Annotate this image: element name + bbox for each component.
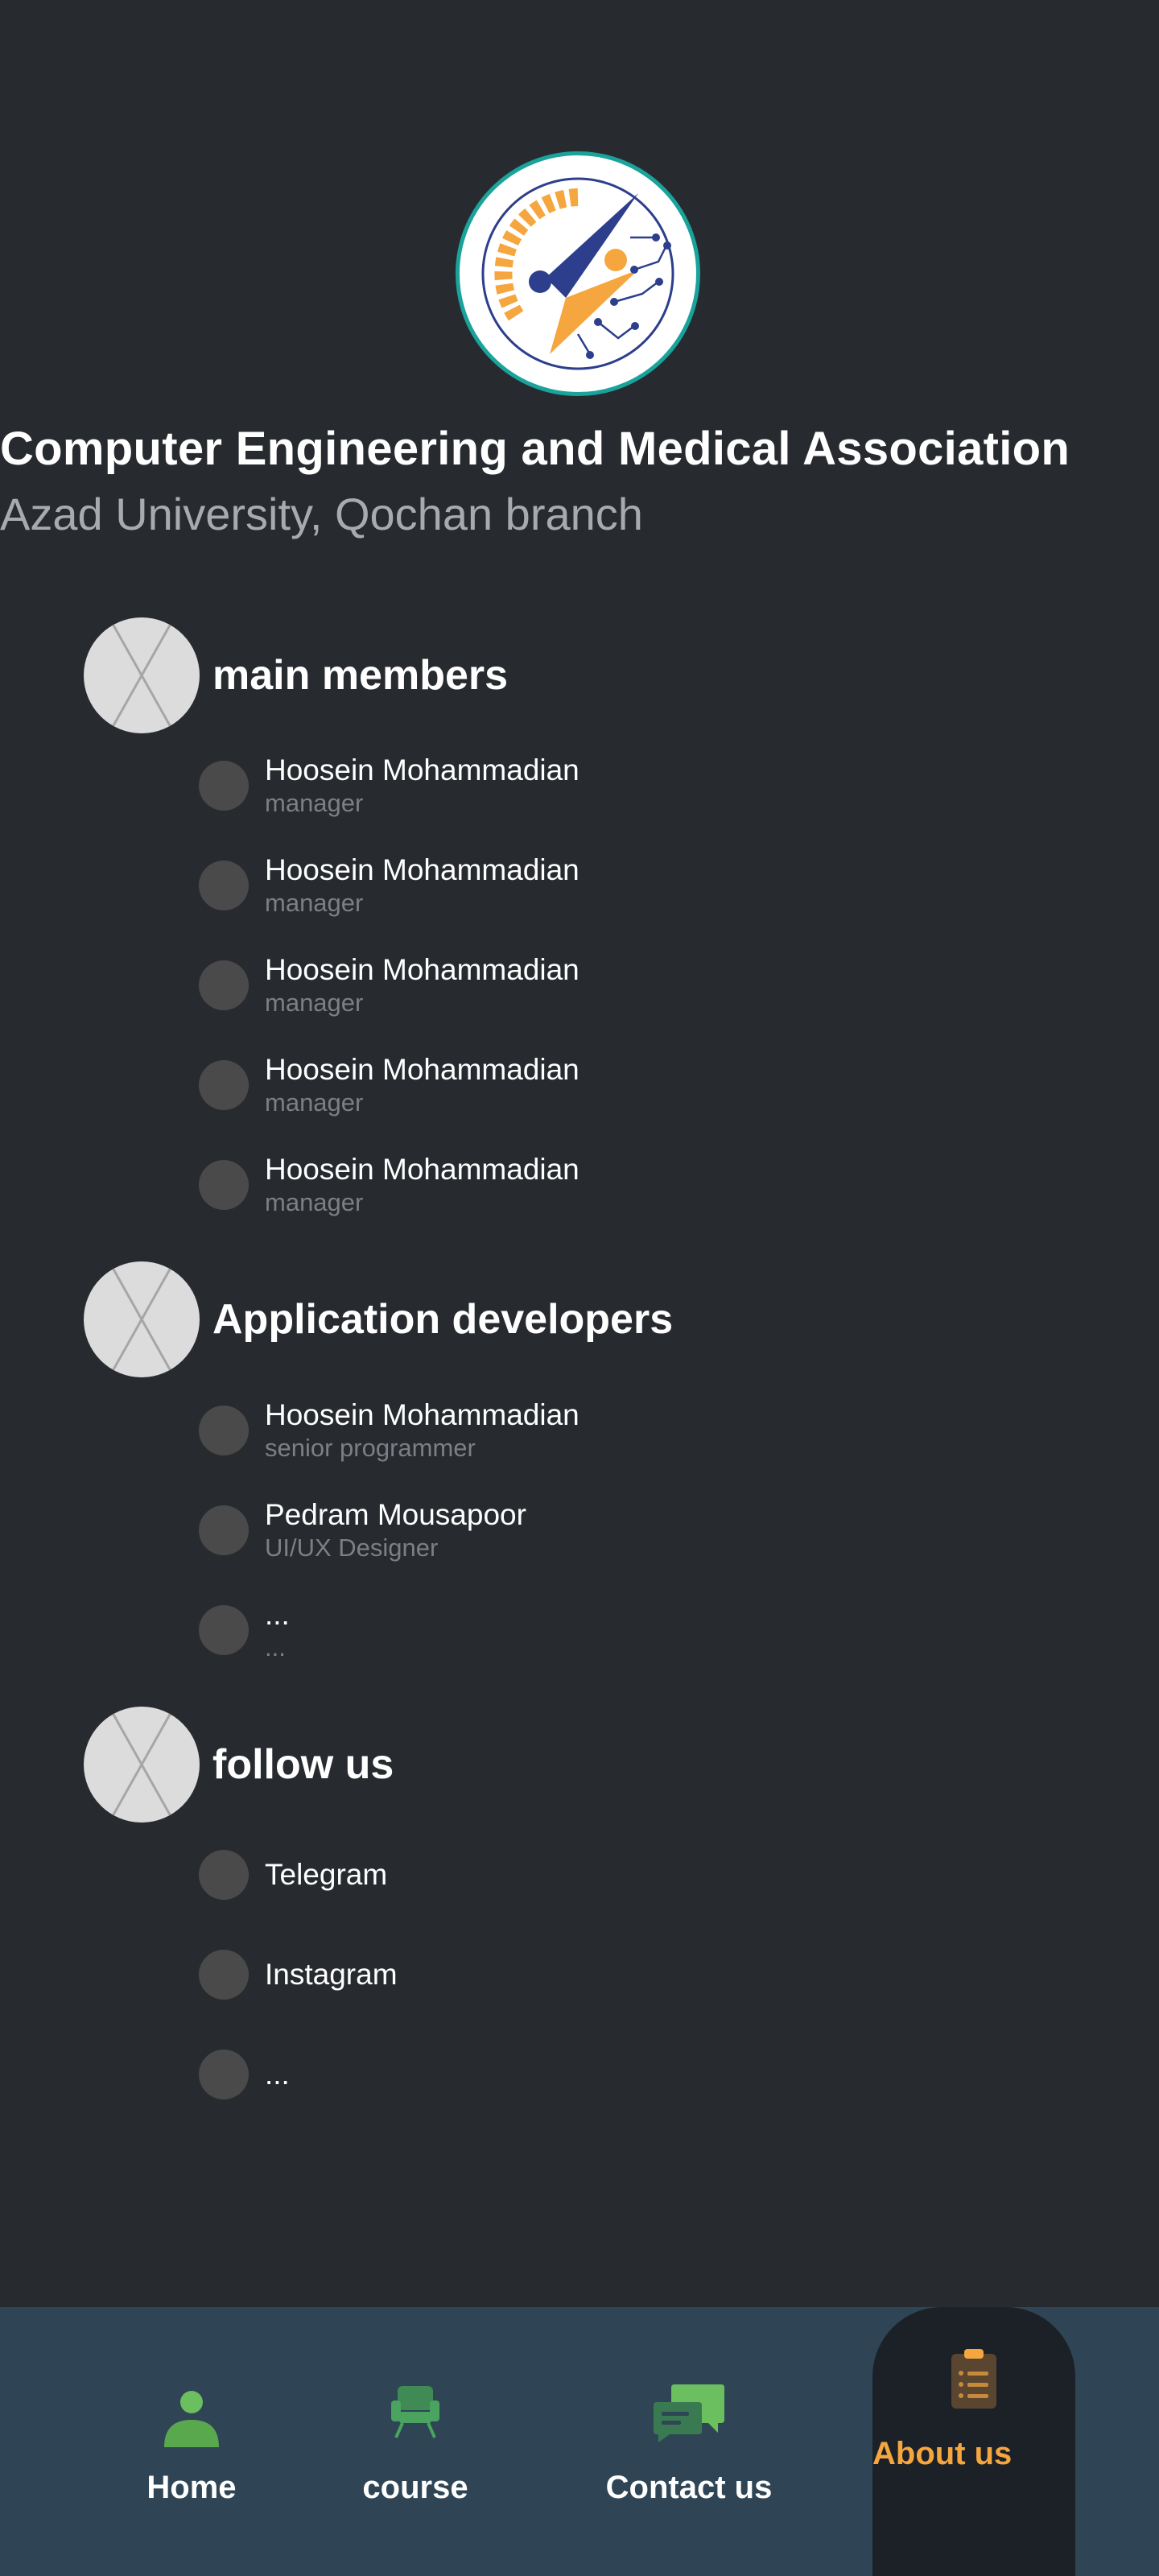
member-role: manager	[265, 789, 364, 817]
member-name: ...	[265, 1598, 290, 1631]
link-label: ...	[265, 2058, 290, 2091]
telegram-icon	[199, 1850, 249, 1900]
social-link-more[interactable]: ...	[199, 2034, 290, 2115]
member-name: Pedram Mousapoor	[265, 1498, 526, 1531]
list-item[interactable]: ... ...	[199, 1590, 290, 1670]
link-label: Instagram	[265, 1958, 398, 1991]
avatar	[199, 1160, 249, 1210]
clipboard-icon	[951, 2349, 996, 2409]
tab-course[interactable]: course	[343, 2307, 488, 2576]
member-role: ...	[265, 1633, 286, 1662]
member-role: manager	[265, 1088, 364, 1117]
list-item[interactable]: Pedram Mousapoor UI/UX Designer	[199, 1490, 526, 1571]
image-placeholder-icon	[84, 1261, 200, 1377]
member-role: manager	[265, 1188, 364, 1216]
tab-label: Contact us	[605, 2470, 773, 2505]
section-title: Application developers	[212, 1296, 674, 1343]
member-name: Hoosein Mohammadian	[265, 953, 580, 986]
person-icon	[164, 2391, 219, 2447]
tab-contact-us[interactable]: Contact us	[592, 2307, 786, 2576]
association-logo	[456, 151, 700, 396]
avatar	[199, 1505, 249, 1555]
member-name: Hoosein Mohammadian	[265, 1153, 580, 1186]
member-role: manager	[265, 989, 364, 1017]
member-role: senior programmer	[265, 1434, 476, 1462]
member-name: Hoosein Mohammadian	[265, 1053, 580, 1086]
list-item[interactable]: Hoosein Mohammadian manager	[199, 1145, 580, 1225]
list-item[interactable]: Hoosein Mohammadian manager	[199, 845, 580, 926]
tab-label: course	[362, 2470, 468, 2505]
link-label: Telegram	[265, 1858, 388, 1891]
avatar	[199, 960, 249, 1010]
chat-bubbles-icon	[654, 2384, 724, 2442]
tab-about-us[interactable]: About us	[872, 2307, 1075, 2576]
page-title: Computer Engineering and Medical Associa…	[0, 423, 1070, 475]
list-item[interactable]: Hoosein Mohammadian manager	[199, 945, 580, 1026]
tab-label: Home	[146, 2470, 237, 2505]
more-icon	[199, 2050, 249, 2099]
tab-home[interactable]: Home	[121, 2307, 262, 2576]
avatar	[199, 861, 249, 910]
list-item[interactable]: Hoosein Mohammadian manager	[199, 1045, 580, 1125]
page-subtitle: Azad University, Qochan branch	[0, 489, 643, 539]
member-name: Hoosein Mohammadian	[265, 753, 580, 786]
section-title: main members	[212, 652, 509, 699]
compass-logo-icon	[481, 177, 674, 370]
social-link-instagram[interactable]: Instagram	[199, 1934, 398, 2015]
avatar	[199, 1605, 249, 1655]
image-placeholder-icon	[84, 617, 200, 733]
list-item[interactable]: Hoosein Mohammadian manager	[199, 745, 580, 826]
avatar	[199, 1060, 249, 1110]
avatar	[199, 761, 249, 811]
social-link-telegram[interactable]: Telegram	[199, 1835, 387, 1915]
member-name: Hoosein Mohammadian	[265, 1398, 580, 1431]
instagram-icon	[199, 1950, 249, 2000]
member-name: Hoosein Mohammadian	[265, 853, 580, 886]
section-title: follow us	[212, 1741, 394, 1788]
image-placeholder-icon	[84, 1707, 200, 1823]
avatar	[199, 1406, 249, 1455]
member-role: manager	[265, 889, 364, 917]
list-item[interactable]: Hoosein Mohammadian senior programmer	[199, 1390, 580, 1471]
member-role: UI/UX Designer	[265, 1534, 439, 1562]
armchair-icon	[391, 2386, 439, 2438]
tab-label: About us	[872, 2436, 1013, 2471]
